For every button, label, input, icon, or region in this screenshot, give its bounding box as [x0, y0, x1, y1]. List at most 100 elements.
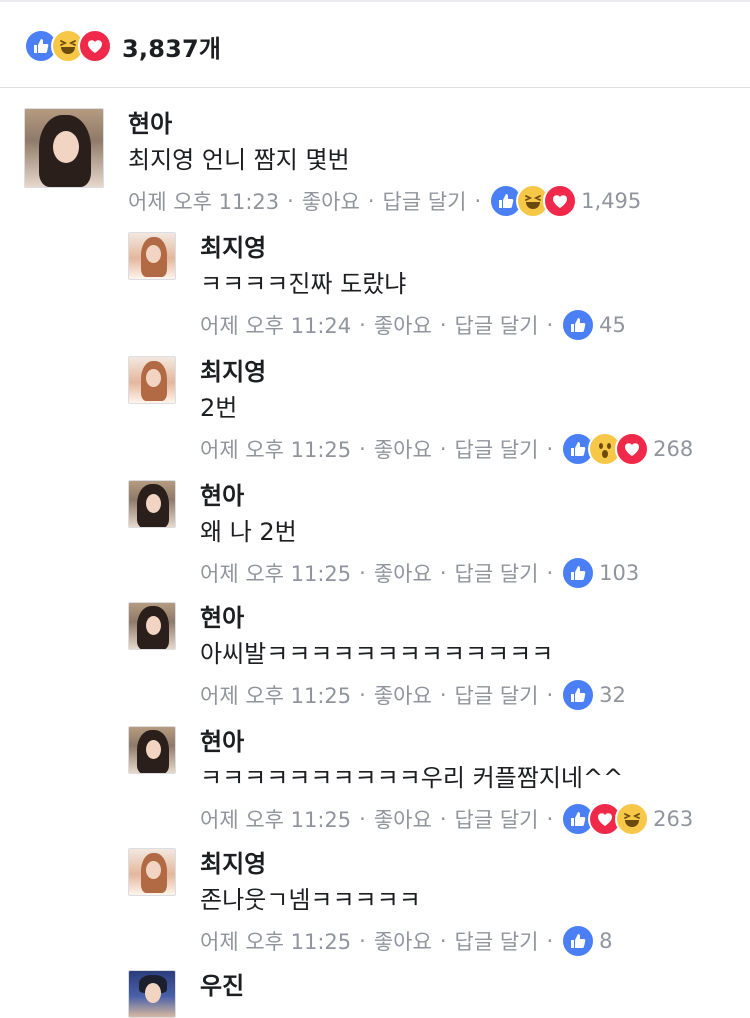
separator: ·	[546, 929, 554, 953]
comment-body: 현아 최지영 언니 짬지 몇번 어제 오후 11:23 · 좋아요 · 답글 달…	[128, 108, 641, 218]
like-icon	[561, 556, 596, 590]
avatar[interactable]	[128, 602, 176, 650]
reaction-count: 8	[599, 929, 613, 953]
like-icon	[561, 924, 596, 958]
comment-body: 현아 아씨발ㅋㅋㅋㅋㅋㅋㅋㅋㅋㅋㅋㅋㅋ 어제 오후 11:25 · 좋아요 · …	[200, 602, 626, 712]
separator: ·	[359, 807, 366, 831]
avatar[interactable]	[128, 356, 176, 404]
comment-meta: 어제 오후 11:24 · 좋아요 · 답글 달기 · 45	[200, 308, 626, 342]
reaction-count: 103	[599, 561, 640, 585]
comment-reactions[interactable]	[561, 556, 596, 590]
separator: ·	[359, 437, 366, 461]
separator: ·	[439, 683, 447, 707]
haha-icon	[615, 802, 650, 836]
top-divider	[0, 0, 750, 2]
comment-text: 아씨발ㅋㅋㅋㅋㅋㅋㅋㅋㅋㅋㅋㅋㅋ	[200, 640, 554, 668]
love-icon	[615, 432, 650, 466]
comment-time[interactable]: 어제 오후 11:25	[200, 558, 351, 588]
reply-action[interactable]: 답글 달기	[455, 926, 539, 956]
reaction-count: 268	[653, 437, 694, 461]
comment-reactions[interactable]	[561, 678, 596, 712]
separator: ·	[367, 189, 375, 213]
reply-action[interactable]: 답글 달기	[455, 680, 539, 710]
commenter-name[interactable]: 최지영	[200, 848, 613, 880]
reply-action[interactable]: 답글 달기	[455, 434, 539, 464]
avatar[interactable]	[128, 970, 176, 1018]
comment-meta: 어제 오후 11:25 · 좋아요 · 답글 달기 · 32	[200, 678, 626, 712]
reaction-count: 32	[599, 683, 626, 707]
reaction-count: 1,495	[581, 189, 642, 213]
section-divider	[0, 87, 750, 88]
like-action[interactable]: 좋아요	[374, 558, 432, 588]
separator: ·	[359, 683, 366, 707]
commenter-name[interactable]: 현아	[128, 108, 641, 140]
commenter-name[interactable]: 최지영	[200, 356, 693, 388]
reaction-count: 45	[599, 313, 626, 337]
comment-meta: 어제 오후 11:25 · 좋아요 · 답글 달기 · 8	[200, 924, 613, 958]
comment-reactions[interactable]	[489, 184, 578, 218]
avatar[interactable]	[128, 480, 176, 528]
comment-text: 2번	[200, 394, 238, 422]
comment-time[interactable]: 어제 오후 11:25	[200, 680, 351, 710]
like-icon	[561, 678, 596, 712]
commenter-name[interactable]: 우진	[200, 970, 244, 1002]
separator: ·	[546, 807, 554, 831]
comment-body: 우진	[200, 970, 244, 1002]
like-action[interactable]: 좋아요	[302, 186, 360, 216]
avatar[interactable]	[128, 726, 176, 774]
separator: ·	[439, 929, 447, 953]
commenter-name[interactable]: 현아	[200, 726, 693, 758]
separator: ·	[439, 313, 447, 337]
comment-time[interactable]: 어제 오후 11:24	[200, 310, 351, 340]
comment-body: 최지영 ㅋㅋㅋㅋ진짜 도랐냐 어제 오후 11:24 · 좋아요 · 답글 달기…	[200, 232, 626, 342]
reaction-summary[interactable]: 3,837개	[24, 26, 221, 66]
like-icon	[561, 308, 596, 342]
comment-meta: 어제 오후 11:25 · 좋아요 · 답글 달기 · 263	[200, 802, 693, 836]
comment-time[interactable]: 어제 오후 11:23	[128, 186, 279, 216]
comment-time[interactable]: 어제 오후 11:25	[200, 434, 351, 464]
separator: ·	[474, 189, 482, 213]
reply-action[interactable]: 답글 달기	[455, 804, 539, 834]
like-action[interactable]: 좋아요	[374, 926, 432, 956]
commenter-name[interactable]: 최지영	[200, 232, 626, 264]
like-action[interactable]: 좋아요	[374, 680, 432, 710]
comment-meta: 어제 오후 11:23 · 좋아요 · 답글 달기 · 1,495	[128, 184, 641, 218]
comment-reactions[interactable]	[561, 802, 650, 836]
comment-reactions[interactable]	[561, 924, 596, 958]
comment-body: 최지영 2번 어제 오후 11:25 · 좋아요 · 답글 달기 · 268	[200, 356, 693, 466]
separator: ·	[546, 313, 554, 337]
love-icon	[543, 184, 578, 218]
comment-reactions[interactable]	[561, 432, 650, 466]
comment-meta: 어제 오후 11:25 · 좋아요 · 답글 달기 · 268	[200, 432, 693, 466]
comment-reactions[interactable]	[561, 308, 596, 342]
reply-action[interactable]: 답글 달기	[383, 186, 467, 216]
reply-action[interactable]: 답글 달기	[455, 558, 539, 588]
separator: ·	[546, 437, 554, 461]
comment-text: ㅋㅋㅋㅋㅋㅋㅋㅋㅋㅋ우리 커플짬지네^^	[200, 764, 624, 792]
avatar[interactable]	[128, 848, 176, 896]
reply-action[interactable]: 답글 달기	[455, 310, 539, 340]
comment-time[interactable]: 어제 오후 11:25	[200, 804, 351, 834]
separator: ·	[359, 929, 366, 953]
like-action[interactable]: 좋아요	[374, 310, 432, 340]
reaction-icons[interactable]	[24, 29, 112, 63]
comment-body: 현아 왜 나 2번 어제 오후 11:25 · 좋아요 · 답글 달기 · 10…	[200, 480, 639, 590]
separator: ·	[359, 313, 366, 337]
comment-body: 최지영 존나웃ㄱ넴ㅋㅋㅋㅋㅋ 어제 오후 11:25 · 좋아요 · 답글 달기…	[200, 848, 613, 958]
comment-time[interactable]: 어제 오후 11:25	[200, 926, 351, 956]
separator: ·	[439, 437, 447, 461]
comment-text: ㅋㅋㅋㅋ진짜 도랐냐	[200, 270, 407, 298]
commenter-name[interactable]: 현아	[200, 602, 626, 634]
commenter-name[interactable]: 현아	[200, 480, 639, 512]
separator: ·	[546, 683, 554, 707]
avatar[interactable]	[128, 232, 176, 280]
like-action[interactable]: 좋아요	[374, 434, 432, 464]
like-action[interactable]: 좋아요	[374, 804, 432, 834]
separator: ·	[439, 807, 447, 831]
love-icon	[78, 29, 112, 63]
reaction-count: 263	[653, 807, 694, 831]
reaction-count: 3,837개	[122, 34, 222, 63]
separator: ·	[287, 189, 294, 213]
comment-text: 왜 나 2번	[200, 518, 297, 546]
avatar[interactable]	[24, 108, 104, 188]
